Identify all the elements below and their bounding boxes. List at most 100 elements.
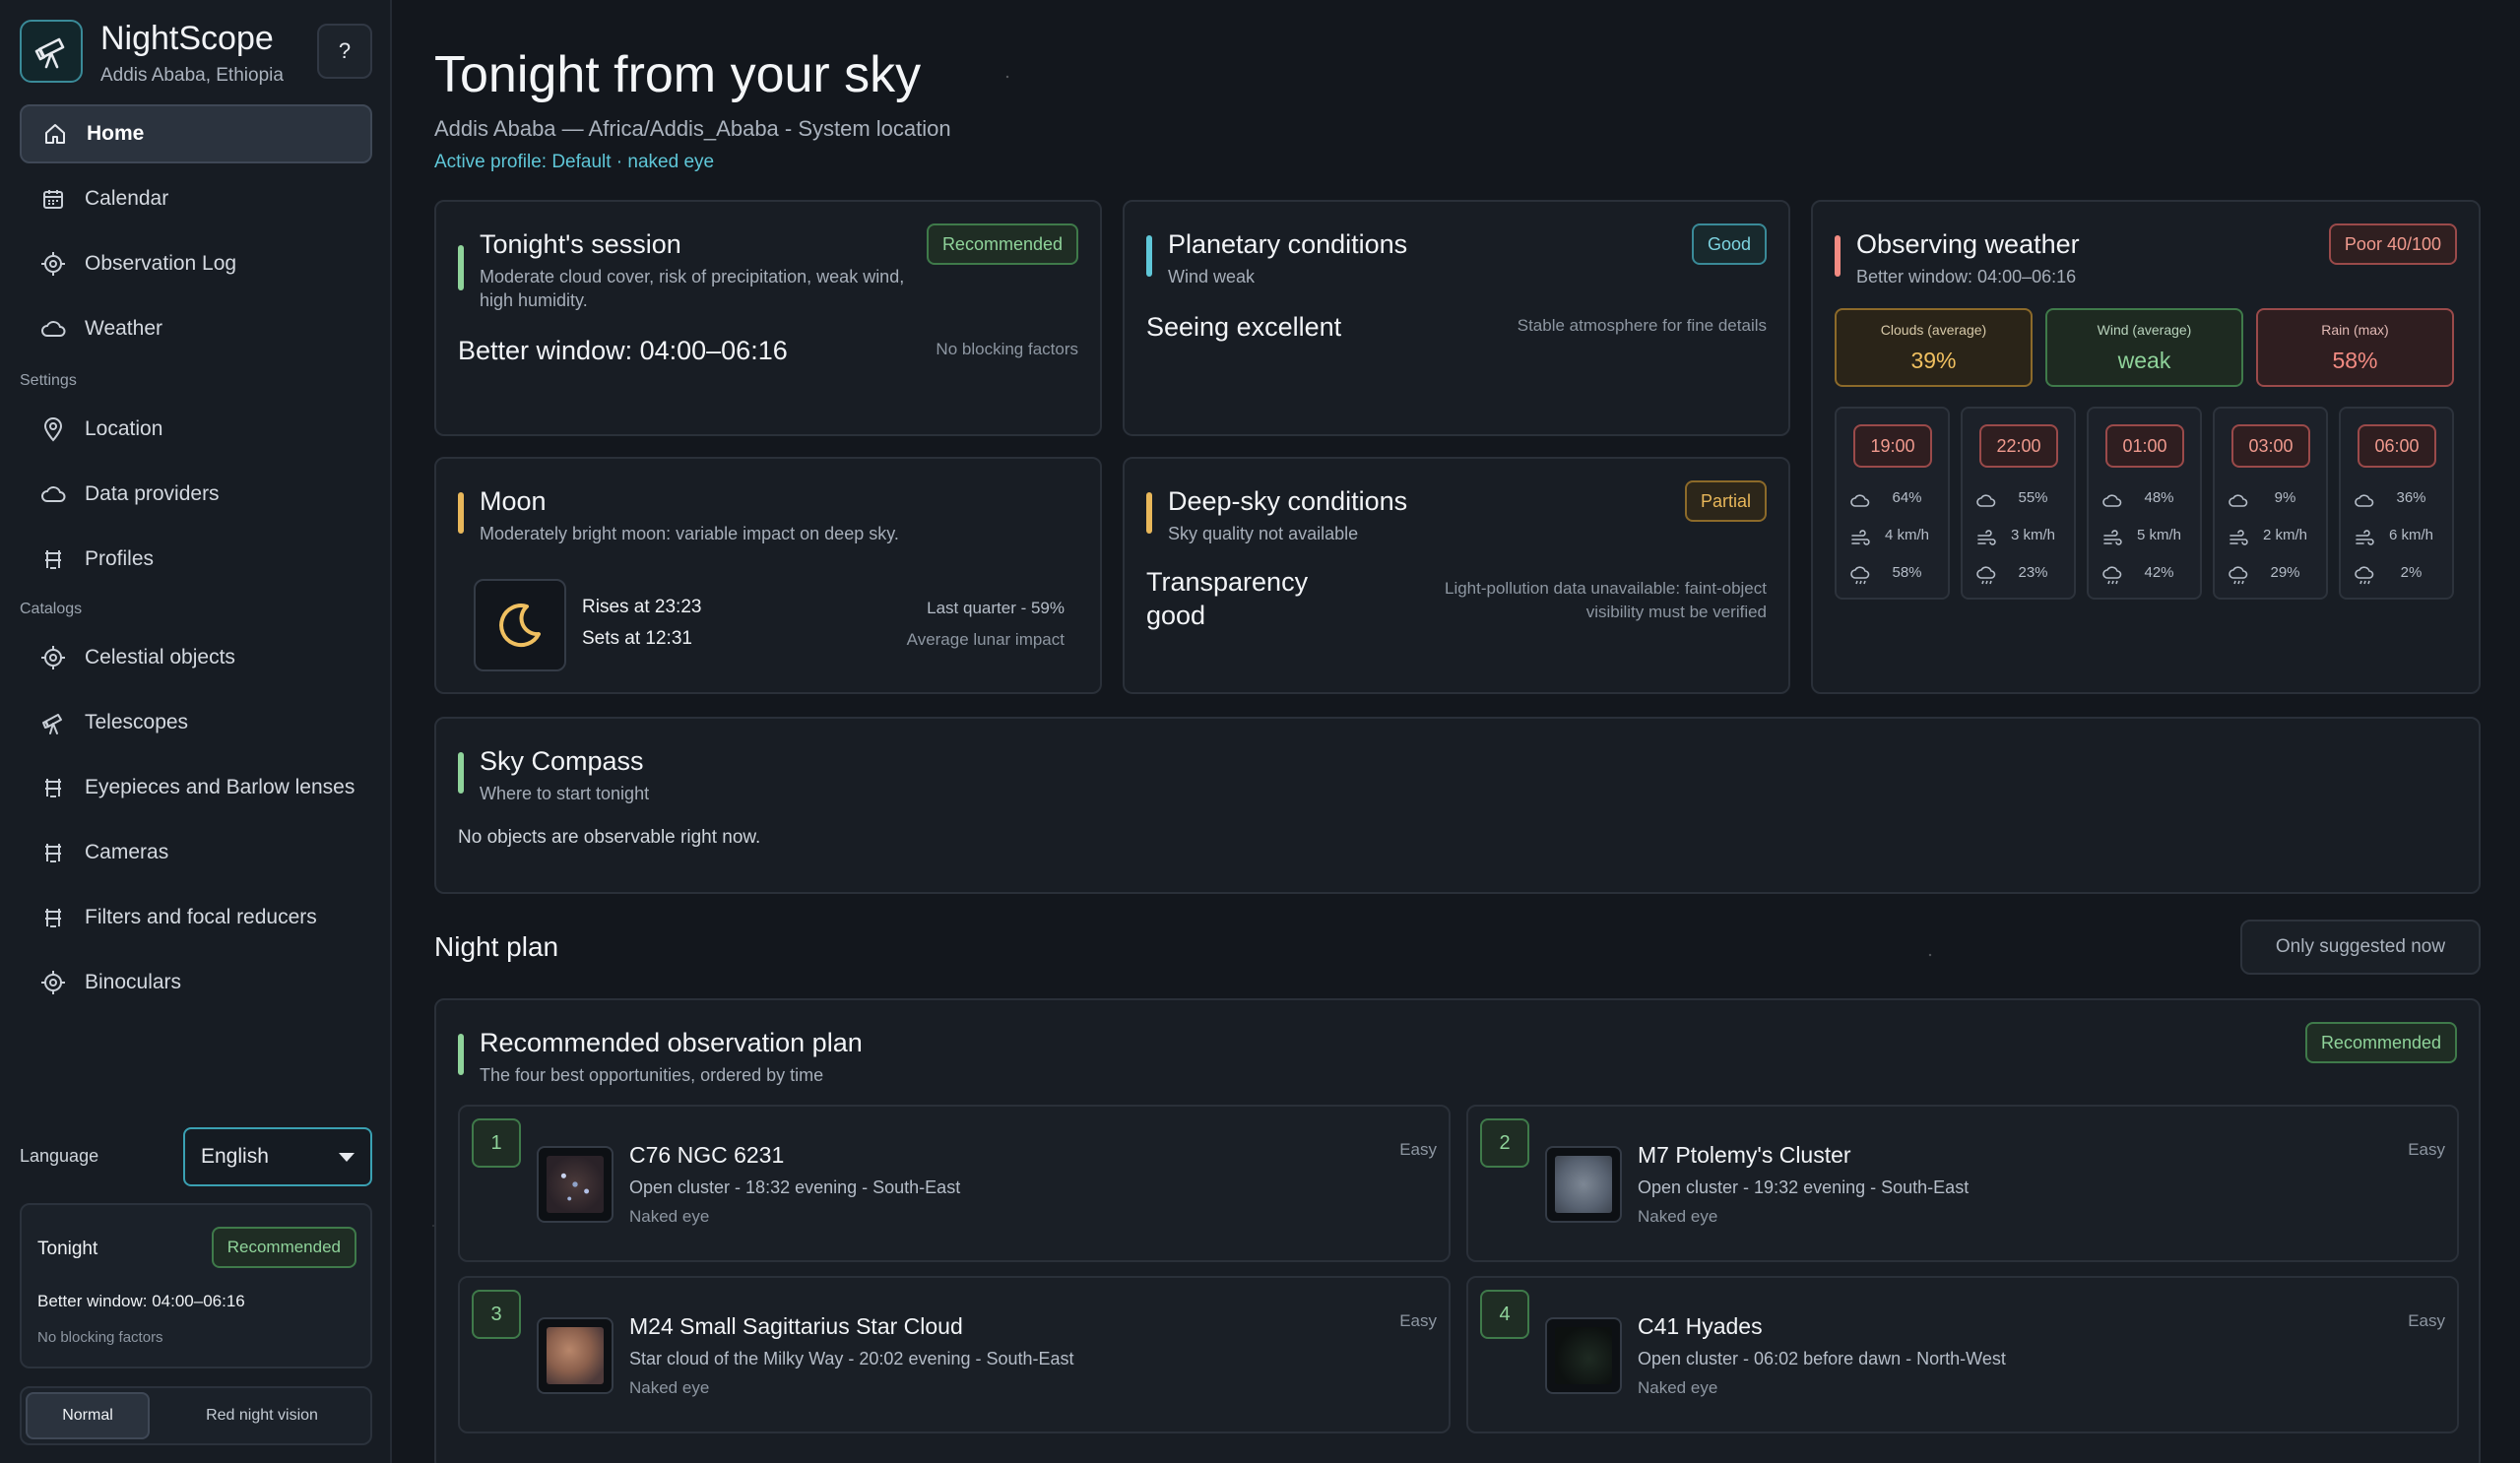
cloud-icon [39, 315, 67, 343]
active-profile-link[interactable]: Active profile: Default · naked eye [434, 152, 714, 173]
object-description: Open cluster - 19:32 evening - South-Eas… [1638, 1177, 1970, 1197]
accent-bar [1835, 235, 1841, 277]
moon-title: Moon [480, 486, 547, 516]
weather-subtitle: Better window: 04:00–06:16 [1856, 267, 2077, 286]
accent-bar [1146, 235, 1152, 277]
sky-compass-card: Sky Compass Where to start tonight No ob… [434, 717, 2481, 894]
hour-wind: 5 km/h [2136, 527, 2181, 543]
rain-icon [2102, 566, 2122, 585]
weather-card: Observing weather Better window: 04:00–0… [1811, 200, 2481, 694]
nav-item-binoculars[interactable]: Binoculars [20, 953, 372, 1012]
cloud-icon [39, 480, 67, 508]
session-card: Tonight's session Moderate cloud cover, … [434, 200, 1102, 436]
nav-item-cameras[interactable]: Cameras [20, 823, 372, 882]
plan-object-card[interactable]: 4 C41 Hyades Open cluster - 06:02 before… [1466, 1276, 2459, 1433]
nav-item-label: Home [87, 122, 145, 145]
language-label: Language [20, 1146, 99, 1166]
accent-bar [458, 752, 464, 794]
rain-icon [2229, 566, 2248, 585]
language-select[interactable]: English [183, 1127, 372, 1186]
tonight-title: Tonight [37, 1239, 98, 1259]
nav-section-catalogs: Catalogs [20, 601, 83, 617]
weather-title: Observing weather [1856, 229, 2080, 259]
wind-icon [1977, 530, 1996, 545]
nav-item-location[interactable]: Location [20, 400, 372, 459]
session-subtitle: Moderate cloud cover, risk of precipitat… [480, 267, 905, 286]
hour-rain: 29% [2270, 564, 2300, 581]
plan-rank: 2 [1480, 1118, 1529, 1168]
hour-badge: 19:00 [1853, 424, 1932, 468]
nav-item-calendar[interactable]: Calendar [20, 169, 372, 228]
equipment-icon [39, 545, 67, 573]
nav-item-label: Celestial objects [85, 646, 235, 668]
hour-wind: 3 km/h [2010, 527, 2055, 543]
observation-plan-card: Recommended observation plan The four be… [434, 998, 2481, 1463]
target-icon [39, 969, 67, 996]
nav-item-weather[interactable]: Weather [20, 299, 372, 358]
nav-item-home[interactable]: Home [20, 104, 372, 163]
accent-bar [458, 1034, 464, 1075]
moon-impact: Average lunar impact [906, 630, 1065, 649]
planetary-title: Planetary conditions [1168, 229, 1408, 259]
language-value: English [201, 1145, 269, 1168]
moon-phase: Last quarter - 59% [927, 599, 1065, 617]
nav-section-settings: Settings [20, 372, 77, 389]
hourly-column-03: 03:00 9% 2 km/h 29% [2213, 407, 2328, 600]
accent-bar [458, 492, 464, 534]
cloud-icon [1850, 494, 1870, 507]
cloud-icon [2229, 494, 2248, 507]
session-subtitle-2: high humidity. [480, 290, 588, 310]
wind-icon [2103, 530, 2122, 545]
nav-item-label: Profiles [85, 547, 155, 570]
help-button[interactable]: ? [317, 24, 372, 79]
status-badge: Recommended [2304, 1022, 2457, 1063]
plan-object-card[interactable]: 1 C76 NGC 6231 Open cluster - 18:32 even… [458, 1105, 1451, 1262]
hour-badge: 03:00 [2231, 424, 2310, 468]
nav-item-profiles[interactable]: Profiles [20, 530, 372, 589]
rain-max-tile: Rain (max) 58% [2256, 308, 2454, 387]
telescope-icon [39, 709, 67, 736]
plan-object-card[interactable]: 3 M24 Small Sagittarius Star Cloud Star … [458, 1276, 1451, 1433]
plan-object-card[interactable]: 2 M7 Ptolemy's Cluster Open cluster - 19… [1466, 1105, 2459, 1262]
target-icon [39, 644, 67, 671]
page-title: Tonight from your sky [434, 46, 922, 103]
deepsky-note: Light-pollution data unavailable: faint-… [1444, 579, 1767, 598]
plan-rank: 1 [472, 1118, 521, 1168]
brand: NightScope Addis Ababa, Ethiopia ? [20, 18, 372, 87]
hour-wind: 6 km/h [2388, 527, 2433, 543]
nav-item-observation-log[interactable]: Observation Log [20, 234, 372, 293]
wind-icon [2356, 530, 2374, 545]
nav-item-label: Telescopes [85, 711, 189, 733]
tile-value: 58% [2332, 348, 2378, 373]
mode-normal-button[interactable]: Normal [26, 1392, 150, 1439]
nav-item-label: Location [85, 417, 163, 440]
hour-rain: 23% [2018, 564, 2048, 581]
nav-item-eyepieces[interactable]: Eyepieces and Barlow lenses [20, 758, 372, 817]
night-plan-title: Night plan [434, 931, 559, 962]
session-title: Tonight's session [480, 229, 681, 259]
planetary-note: Stable atmosphere for fine details [1517, 316, 1767, 335]
object-difficulty: Easy [1399, 1140, 1437, 1159]
object-name: C41 Hyades [1638, 1313, 1763, 1339]
nav-item-label: Calendar [85, 187, 169, 210]
nav-item-data-providers[interactable]: Data providers [20, 465, 372, 524]
nav-item-label: Weather [85, 317, 162, 340]
nav-item-telescopes[interactable]: Telescopes [20, 693, 372, 752]
nav-item-celestial-objects[interactable]: Celestial objects [20, 628, 372, 687]
object-equipment: Naked eye [1638, 1207, 1718, 1226]
mode-red-night-button[interactable]: Red night vision [156, 1392, 368, 1439]
hour-badge: 06:00 [2358, 424, 2436, 468]
status-badge: Partial [1684, 480, 1767, 522]
clouds-average-tile: Clouds (average) 39% [1835, 308, 2033, 387]
equipment-icon [39, 774, 67, 801]
planetary-card: Planetary conditions Wind weak Good Seei… [1123, 200, 1790, 436]
hour-rain: 58% [1892, 564, 1922, 581]
cloud-icon [1976, 494, 1996, 507]
seeing-value: Seeing excellent [1146, 312, 1342, 342]
object-equipment: Naked eye [1638, 1378, 1718, 1397]
object-thumbnail [537, 1317, 614, 1394]
nav-item-filters[interactable]: Filters and focal reducers [20, 888, 372, 947]
telescope-logo-icon [20, 20, 83, 83]
object-thumbnail [1545, 1317, 1622, 1394]
only-suggested-now-button[interactable]: Only suggested now [2240, 920, 2481, 975]
